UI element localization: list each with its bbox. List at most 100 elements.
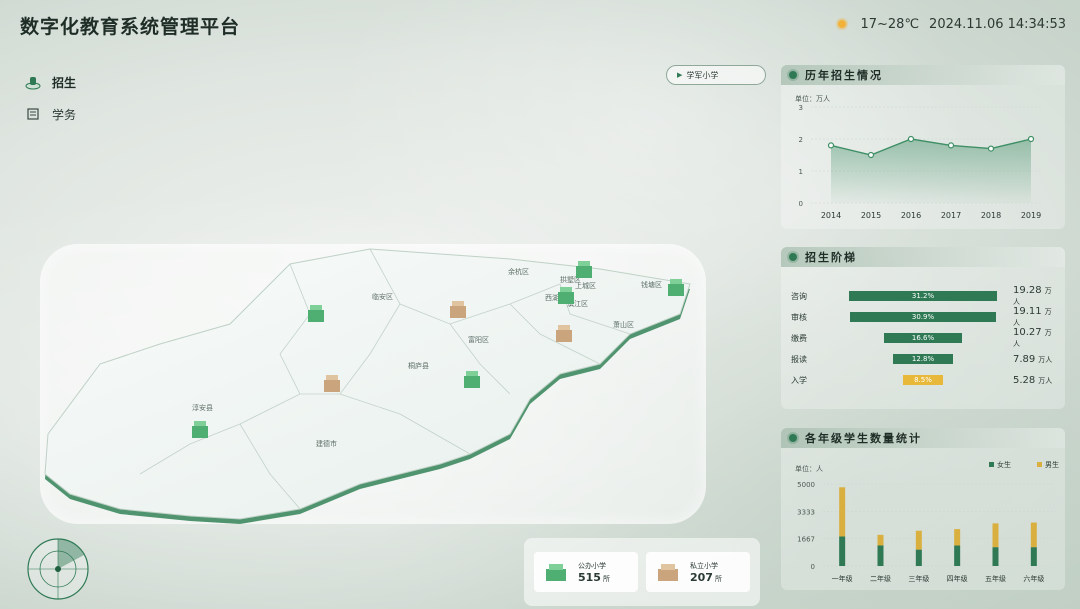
data-point [827, 142, 835, 149]
y-tick-label: 3333 [797, 508, 815, 516]
funnel-track: 16.6% [841, 333, 1007, 343]
funnel-track: 31.2% [841, 291, 1007, 301]
bar-segment [954, 545, 961, 566]
funnel-track: 30.9% [841, 312, 1007, 322]
school-marker-green[interactable] [668, 279, 684, 296]
stat-unit: 所 [714, 574, 722, 583]
legend-label: 女生 [997, 460, 1011, 469]
school-building-icon [546, 564, 566, 581]
funnel-value: 5.28 万人 [1013, 375, 1052, 386]
bar-segment [839, 536, 846, 566]
y-tick-label: 0 [811, 563, 815, 571]
radar-compass-icon[interactable] [26, 537, 90, 601]
nav-label-affairs: 学务 [52, 107, 77, 122]
school-marker-brown[interactable] [324, 375, 340, 392]
nav-item-affairs[interactable]: 学务 [24, 98, 76, 130]
funnel-value-number: 19.28 [1013, 285, 1042, 296]
bar-segment [877, 534, 884, 546]
funnel-value: 7.89 万人 [1013, 354, 1052, 365]
funnel-value-number: 10.27 [1013, 327, 1042, 338]
bar-segment [915, 530, 922, 550]
y-tick-label: 5000 [797, 481, 815, 489]
side-nav: 招生 学务 [24, 66, 76, 130]
history-panel: 历年招生情况 单位：万人 0 1 2 3 2014 2015 2016 2017 2018 2019 [781, 65, 1065, 229]
bar-segment [992, 547, 999, 566]
school-select-value: 学军小学 [686, 70, 719, 80]
y-axis-unit: 单位：万人 [795, 94, 830, 103]
stat-public-school[interactable]: 公办小学 515 所 [534, 552, 638, 592]
funnel-category-label: 缴费 [791, 333, 807, 343]
district-label: 余杭区 [508, 267, 529, 276]
school-marker-green[interactable] [576, 261, 592, 278]
funnel-row: 审核 30.9% 19.11 万人 [791, 306, 1055, 327]
funnel-row: 报读 12.8% 7.89 万人 [791, 352, 1055, 366]
funnel-value-number: 7.89 [1013, 353, 1036, 365]
funnel-bar: 30.9% [849, 312, 997, 322]
funnel-value: 10.27 万人 [1013, 327, 1055, 349]
bar-segment [839, 487, 846, 537]
funnel-value-unit: 万人 [1038, 376, 1053, 385]
history-line-chart: 单位：万人 0 1 2 3 2014 2015 2016 2017 2018 2019 [795, 94, 1043, 220]
funnel-category-label: 审核 [791, 312, 807, 322]
header-status: 17~28℃ 2024.11.06 14:34:53 [834, 16, 1066, 32]
series-area [831, 139, 1031, 203]
school-marker-green[interactable] [308, 305, 324, 322]
stat-private-school[interactable]: 私立小学 207 所 [646, 552, 750, 592]
district-label: 上城区 [575, 281, 596, 290]
bar-segment [1030, 547, 1037, 566]
nav-item-enroll[interactable]: 招生 [24, 66, 76, 98]
x-tick-label: 一年级 [832, 574, 853, 583]
x-tick-label: 二年级 [870, 574, 891, 583]
x-tick-label: 三年级 [908, 574, 929, 583]
panel-dot-icon [789, 71, 797, 79]
x-tick-label: 2019 [1021, 211, 1041, 220]
district-label: 钱塘区 [641, 280, 662, 289]
sun-icon [834, 16, 850, 32]
funnel-value: 19.11 万人 [1013, 306, 1055, 328]
funnel-category-label: 入学 [791, 375, 807, 385]
funnel-row: 缴费 16.6% 10.27 万人 [791, 327, 1055, 348]
school-marker-green[interactable] [192, 421, 208, 438]
x-tick-label: 2018 [981, 211, 1001, 220]
grade-panel: 各年级学生数量统计 单位：人 0 1667 3333 5000 女生 男生 一年级 二年级 三年级… [781, 428, 1065, 590]
panel-dot-icon [789, 434, 797, 442]
stat-unit: 所 [602, 574, 610, 583]
triangle-right-icon: ▶ [677, 71, 683, 79]
panel-title: 历年招生情况 [805, 69, 883, 82]
district-label: 萧山区 [613, 320, 634, 329]
school-marker-brown[interactable] [450, 301, 466, 318]
funnel-value-unit: 万人 [1038, 355, 1053, 364]
legend-swatch [989, 462, 994, 467]
funnel-bar: 8.5% [902, 375, 944, 385]
funnel-bar: 16.6% [883, 333, 963, 343]
panel-header: 各年级学生数量统计 [781, 428, 1065, 448]
funnel-category-label: 报读 [791, 354, 807, 364]
bar-segment [1030, 522, 1037, 548]
y-axis-unit: 单位：人 [795, 464, 823, 473]
stat-value: 207 [690, 570, 713, 584]
enroll-icon [24, 73, 42, 91]
funnel-row: 入学 8.5% 5.28 万人 [791, 373, 1055, 387]
bar-segment [915, 549, 922, 566]
map-card: 余杭区 拱墅区 上城区 西湖区 滨江区 临安区 富阳区 萧山区 钱塘区 桐庐县 … [40, 244, 706, 524]
school-marker-brown[interactable] [556, 325, 572, 342]
datetime: 2024.11.06 14:34:53 [929, 16, 1066, 32]
nav-label-enroll: 招生 [52, 75, 77, 90]
affairs-icon [24, 105, 42, 123]
x-tick-label: 五年级 [985, 574, 1006, 583]
school-marker-green[interactable] [558, 287, 574, 304]
district-label: 桐庐县 [408, 361, 429, 370]
funnel-bar: 12.8% [892, 354, 954, 364]
legend-label: 男生 [1045, 460, 1059, 469]
stat-name: 私立小学 [690, 561, 718, 570]
panel-title: 招生阶梯 [805, 251, 857, 264]
x-tick-label: 2014 [821, 211, 841, 220]
data-point [947, 142, 955, 149]
school-select[interactable]: ▶ 学军小学 [666, 65, 766, 85]
school-marker-green[interactable] [464, 371, 480, 388]
district-label: 建德市 [316, 439, 337, 448]
funnel-panel: 招生阶梯 咨询 31.2% 19.28 万人 审核 30.9% 19.11 万人 缴费 16.6%… [781, 247, 1065, 409]
hangzhou-map[interactable]: 余杭区 拱墅区 上城区 西湖区 滨江区 临安区 富阳区 萧山区 钱塘区 桐庐县 … [40, 244, 706, 524]
y-tick-label: 3 [799, 104, 803, 112]
school-stats-card: 公办小学 515 所 私立小学 207 所 [524, 538, 760, 606]
